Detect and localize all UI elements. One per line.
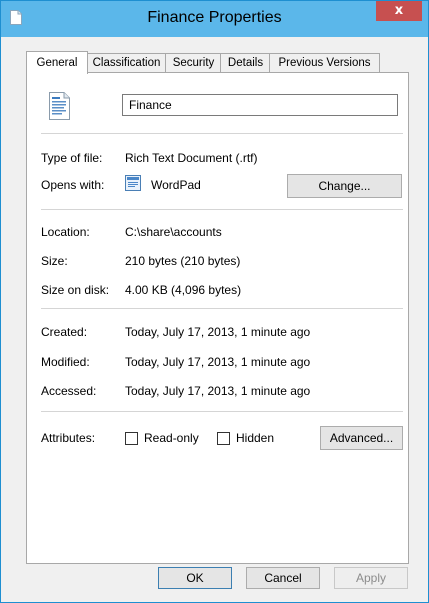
opens-with-value: WordPad xyxy=(151,178,201,192)
opens-with-label: Opens with: xyxy=(41,178,105,192)
hidden-label[interactable]: Hidden xyxy=(236,431,274,445)
read-only-checkbox[interactable] xyxy=(125,432,138,445)
tab-classification[interactable]: Classification xyxy=(86,53,167,72)
cancel-button[interactable]: Cancel xyxy=(246,567,320,589)
properties-window: Finance Properties x General Classificat… xyxy=(0,0,429,603)
general-panel xyxy=(26,72,409,564)
type-of-file-value: Rich Text Document (.rtf) xyxy=(125,151,258,165)
tab-security[interactable]: Security xyxy=(165,53,222,72)
modified-label: Modified: xyxy=(41,355,90,369)
accessed-value: Today, July 17, 2013, 1 minute ago xyxy=(125,384,311,398)
change-button[interactable]: Change... xyxy=(287,174,402,198)
file-name-input[interactable] xyxy=(122,94,398,116)
title-bar[interactable]: Finance Properties x xyxy=(1,1,428,37)
divider xyxy=(41,209,403,210)
size-label: Size: xyxy=(41,254,68,268)
advanced-button[interactable]: Advanced... xyxy=(320,426,403,450)
read-only-label[interactable]: Read-only xyxy=(144,431,199,445)
accessed-label: Accessed: xyxy=(41,384,97,398)
modified-value: Today, July 17, 2013, 1 minute ago xyxy=(125,355,311,369)
tab-general[interactable]: General xyxy=(26,51,88,74)
location-label: Location: xyxy=(41,225,90,239)
apply-button[interactable]: Apply xyxy=(334,567,408,589)
rtf-document-icon xyxy=(49,92,70,120)
location-value: C:\share\accounts xyxy=(125,225,222,239)
tab-details[interactable]: Details xyxy=(220,53,271,72)
size-on-disk-value: 4.00 KB (4,096 bytes) xyxy=(125,283,242,297)
divider xyxy=(41,308,403,309)
ok-button[interactable]: OK xyxy=(158,567,232,589)
created-value: Today, July 17, 2013, 1 minute ago xyxy=(125,325,311,339)
close-button[interactable]: x xyxy=(376,1,422,21)
divider xyxy=(41,411,403,412)
type-of-file-label: Type of file: xyxy=(41,151,103,165)
window-title: Finance Properties xyxy=(147,9,282,26)
wordpad-icon xyxy=(125,175,141,191)
attributes-label: Attributes: xyxy=(41,431,96,445)
divider xyxy=(41,133,403,134)
hidden-checkbox[interactable] xyxy=(217,432,230,445)
size-on-disk-label: Size on disk: xyxy=(41,283,110,297)
size-value: 210 bytes (210 bytes) xyxy=(125,254,241,268)
tab-previous-versions[interactable]: Previous Versions xyxy=(269,53,380,72)
created-label: Created: xyxy=(41,325,88,339)
